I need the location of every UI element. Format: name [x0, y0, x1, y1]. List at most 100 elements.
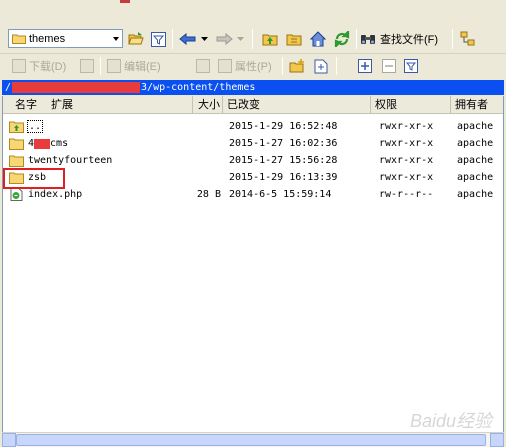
- download-label: 下载(D): [29, 61, 67, 73]
- home-icon: [310, 31, 326, 47]
- plus-box-icon: [358, 59, 372, 73]
- forward-dropdown[interactable]: [235, 34, 245, 44]
- filter-select-button[interactable]: [402, 57, 420, 75]
- file-list[interactable]: 名字 扩展 大小 已改变 权限 拥有者 .. 2015-1-29 16:52:48…: [2, 96, 504, 447]
- list-header: 名字 扩展 大小 已改变 权限 拥有者: [3, 96, 503, 114]
- file-owner: apache: [457, 189, 494, 200]
- column-header-name[interactable]: 名字 扩展: [3, 96, 193, 114]
- table-row[interactable]: 4 cms 2015-1-27 16:02:36 rwxr-xr-x apache: [3, 135, 503, 152]
- file-modified: 2015-1-29 16:13:39: [229, 172, 338, 183]
- select-all-button[interactable]: [356, 57, 374, 75]
- filter-icon: [150, 31, 166, 47]
- folder-icon: [9, 138, 24, 150]
- file-permissions: rwxr-xr-x: [379, 138, 434, 149]
- path-bar[interactable]: / 3/wp-content/themes: [2, 80, 504, 95]
- upload-icon: [80, 59, 94, 73]
- minus-box-icon: [382, 59, 396, 73]
- arrow-left-icon: [179, 33, 196, 45]
- location-combo-value: themes: [29, 32, 66, 45]
- file-permissions: rw-r--r--: [379, 189, 434, 200]
- chevron-down-icon: [200, 37, 208, 41]
- title-strip: [0, 0, 506, 24]
- file-modified: 2015-1-29 16:52:48: [229, 121, 338, 132]
- toolbar-separator: [452, 29, 453, 49]
- new-folder-button[interactable]: [288, 57, 306, 75]
- properties-button[interactable]: 属性(P): [218, 57, 272, 75]
- filter-button[interactable]: [149, 30, 167, 48]
- file-name: index.php: [28, 189, 83, 200]
- file-owner: apache: [457, 121, 494, 132]
- scrollbar-thumb[interactable]: [16, 434, 486, 446]
- table-row[interactable]: zsb 2015-1-29 16:13:39 rwxr-xr-x apache: [3, 169, 503, 186]
- table-row[interactable]: twentyfourteen 2015-1-27 15:56:28 rwxr-x…: [3, 152, 503, 169]
- edit-button[interactable]: 编辑(E): [107, 57, 161, 75]
- forward-button[interactable]: [214, 30, 234, 48]
- open-folder-button[interactable]: [127, 30, 145, 48]
- toolbar-separator: [172, 29, 173, 49]
- table-row[interactable]: index.php 28 B 2014-6-5 15:59:14 rw-r--r…: [3, 186, 503, 203]
- filter-icon: [404, 59, 418, 73]
- back-button[interactable]: [178, 30, 198, 48]
- folder-icon: [9, 155, 24, 167]
- file-name: twentyfourteen: [28, 155, 113, 166]
- column-ext-label[interactable]: 扩展: [51, 98, 73, 111]
- toolbar-separator: [252, 29, 253, 49]
- column-header-size[interactable]: 大小: [193, 96, 223, 114]
- find-files-button[interactable]: 查找文件(F): [360, 29, 438, 49]
- file-permissions: rwxr-xr-x: [379, 121, 434, 132]
- parent-directory-button[interactable]: [260, 30, 280, 48]
- chevron-down-icon: [236, 37, 244, 41]
- file-name: cms: [50, 138, 69, 149]
- toolbar-separator: [282, 57, 283, 75]
- file-name-cell: 4 cms: [3, 137, 193, 150]
- new-file-button[interactable]: [312, 57, 330, 75]
- file-owner: apache: [457, 172, 494, 183]
- file-toolbar: 下载(D) 编辑(E) 属性(P): [0, 54, 506, 127]
- tree-view-button[interactable]: [458, 29, 478, 49]
- file-permissions: rwxr-xr-x: [379, 172, 434, 183]
- scroll-right-button[interactable]: [490, 433, 504, 447]
- new-folder-icon: [289, 59, 304, 73]
- file-modified: 2014-6-5 15:59:14: [229, 189, 332, 200]
- table-row[interactable]: .. 2015-1-29 16:52:48 rwxr-xr-x apache: [3, 118, 503, 135]
- upload-button[interactable]: [80, 57, 97, 75]
- file-name: ..: [26, 120, 44, 133]
- horizontal-scrollbar[interactable]: [2, 432, 504, 447]
- chevron-down-icon[interactable]: [110, 30, 122, 47]
- path-suffix: 3/wp-content/themes: [141, 82, 256, 93]
- edit-label: 编辑(E): [124, 61, 161, 73]
- back-dropdown[interactable]: [199, 34, 209, 44]
- open-folder-icon: [128, 32, 144, 45]
- redacted-region: [34, 138, 51, 149]
- annotation-highlight-box: [3, 168, 65, 189]
- download-button[interactable]: 下载(D): [12, 57, 66, 75]
- location-combo[interactable]: themes: [8, 29, 123, 48]
- watermark: Baidu经验: [409, 411, 492, 431]
- column-header-owner[interactable]: 拥有者: [451, 96, 503, 114]
- unselect-button[interactable]: [380, 57, 398, 75]
- file-name-cell: ..: [3, 120, 193, 133]
- file-owner: apache: [457, 138, 494, 149]
- root-directory-button[interactable]: [284, 30, 304, 48]
- file-name-cell: twentyfourteen: [3, 154, 193, 167]
- rename-button[interactable]: [196, 57, 213, 75]
- redacted-region: [12, 81, 141, 93]
- refresh-icon: [334, 31, 350, 47]
- find-files-label: 查找文件(F): [380, 34, 439, 46]
- column-name-label: 名字: [15, 98, 37, 111]
- toolbar-separator: [100, 57, 101, 75]
- refresh-button[interactable]: [332, 29, 352, 49]
- home-directory-button[interactable]: [308, 29, 328, 49]
- title-mark: [120, 0, 130, 3]
- new-file-icon: [314, 59, 328, 73]
- folder-icon: [12, 34, 26, 44]
- file-owner: apache: [457, 155, 494, 166]
- column-header-permissions[interactable]: 权限: [371, 96, 451, 114]
- file-permissions: rwxr-xr-x: [379, 155, 434, 166]
- binoculars-icon: [361, 35, 375, 44]
- column-header-modified[interactable]: 已改变: [223, 96, 371, 114]
- php-file-icon: [10, 188, 23, 201]
- scroll-left-button[interactable]: [2, 433, 16, 447]
- rename-icon: [196, 59, 210, 73]
- file-name-cell: index.php: [3, 188, 193, 201]
